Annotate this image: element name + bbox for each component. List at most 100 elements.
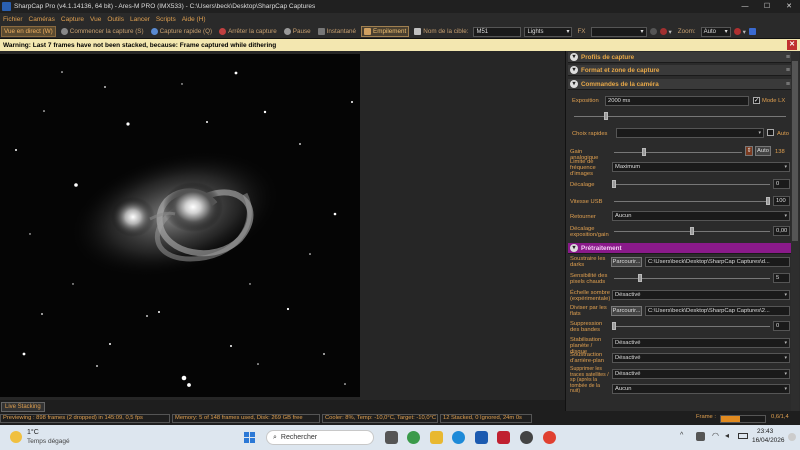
minimize-button[interactable]: — [734, 0, 756, 13]
menu-cameras[interactable]: Caméras [29, 16, 55, 23]
usb-slider-track[interactable] [614, 201, 770, 202]
flip-select[interactable]: Aucun ▾ [612, 211, 790, 221]
offset-input[interactable]: 0 [773, 179, 790, 189]
section-format-area[interactable]: ▾ Format et zone de capture ≡ [568, 65, 793, 76]
panel-scrollbar[interactable] [791, 51, 799, 411]
weather-desc[interactable]: Temps dégagé [27, 438, 70, 445]
section-title: Commandes de la caméra [581, 80, 659, 88]
section-title: Profils de capture [581, 53, 635, 61]
offset-slider-track[interactable] [614, 184, 770, 185]
pause-button[interactable]: Pause [282, 26, 313, 37]
quick-capture-button[interactable]: Capture rapide (Q) [149, 26, 215, 37]
chevron-down-icon[interactable]: ▾ [669, 28, 672, 36]
warning-close-button[interactable]: ✕ [787, 40, 797, 50]
scrollbar-thumb[interactable] [792, 61, 798, 241]
maximize-button[interactable]: ☐ [756, 0, 778, 13]
quick-choice-select[interactable]: ▾ [616, 128, 764, 138]
extra-select[interactable]: Aucun ▾ [612, 384, 790, 394]
dark-browse-button[interactable]: Parcourir... [611, 257, 642, 267]
usb-slider-thumb[interactable] [766, 197, 770, 205]
clock-time[interactable]: 23:43 [757, 428, 773, 435]
histogram-icon[interactable] [733, 28, 741, 35]
clock-date[interactable]: 16/04/2026 [752, 437, 785, 444]
gain-slider-track[interactable] [614, 152, 742, 153]
exposure-slider-thumb[interactable] [604, 112, 608, 120]
app-icon-red[interactable] [497, 431, 510, 444]
notification-icon[interactable] [788, 433, 796, 441]
pin-icon[interactable] [748, 28, 756, 35]
exposure-offset-input[interactable]: 0,00 [773, 226, 790, 236]
snapshot-button[interactable]: Instantané [316, 26, 358, 37]
chevron-down-icon[interactable]: ▾ [743, 28, 746, 36]
chrome-icon[interactable] [543, 431, 556, 444]
exposure-input[interactable]: 2000 ms [605, 96, 749, 106]
flat-file-select[interactable]: C:\Users\beck\Desktop\SharpCap Captures\… [645, 306, 790, 316]
gain-slider-thumb[interactable] [642, 148, 646, 156]
app-icon-green[interactable] [407, 431, 420, 444]
record-icon[interactable] [659, 28, 667, 35]
gain-up-down-button[interactable]: ⇕ [745, 146, 753, 156]
hamburger-icon[interactable]: ≡ [786, 54, 790, 61]
windows-start-icon[interactable] [244, 432, 255, 443]
gain-auto-button[interactable]: Auto [755, 146, 771, 156]
live-stacking-button[interactable]: Live Stacking [1, 402, 45, 412]
menu-launch[interactable]: Lancer [130, 16, 150, 23]
exposure-offset-label: Décalage exposition/gain [570, 226, 609, 238]
sharpcap-task-icon[interactable] [520, 431, 533, 444]
fx-select[interactable]: ▾ [590, 26, 647, 37]
hot-pixel-input[interactable]: 5 [773, 273, 790, 283]
menu-tools[interactable]: Outils [107, 16, 124, 23]
flat-browse-button[interactable]: Parcourir... [611, 306, 642, 316]
dark-scale-select[interactable]: Désactivé ▾ [612, 290, 790, 300]
stack-button[interactable]: Empilement [361, 26, 410, 37]
reticle-icon[interactable] [649, 28, 657, 35]
banding-slider-track[interactable] [614, 326, 770, 327]
weather-sun-icon[interactable] [10, 431, 22, 443]
volume-icon[interactable]: ◂ [725, 431, 729, 440]
menu-file[interactable]: Fichier [3, 16, 23, 23]
task-view-icon[interactable] [385, 431, 398, 444]
hot-pixel-label: Sensibilité des pixels chauds [570, 273, 608, 285]
edge-icon[interactable] [452, 431, 465, 444]
bg-sub-select[interactable]: Désactivé ▾ [612, 353, 790, 363]
captured-image[interactable] [0, 54, 360, 397]
auto-exposure-checkbox[interactable] [767, 129, 774, 136]
chevron-up-icon[interactable]: ^ [680, 432, 683, 439]
usb-value: 100 [776, 198, 786, 204]
stop-capture-button[interactable]: Arrêter la capture [217, 26, 279, 37]
satellite-select[interactable]: Désactivé ▾ [612, 369, 790, 379]
menu-scripts[interactable]: Scripts [156, 16, 176, 23]
menu-view[interactable]: Vue [90, 16, 101, 23]
hot-pixel-slider-thumb[interactable] [638, 274, 642, 282]
warning-text: Warning: Last 7 frames have not been sta… [3, 41, 277, 49]
section-capture-profiles[interactable]: ▾ Profils de capture ≡ [568, 52, 793, 63]
banding-input[interactable]: 0 [773, 321, 790, 331]
hamburger-icon[interactable]: ≡ [786, 67, 790, 74]
wifi-icon[interactable]: ◠ [712, 431, 719, 440]
start-capture-button[interactable]: Commencer la capture (S) [59, 26, 146, 37]
store-icon[interactable] [475, 431, 488, 444]
section-camera-controls[interactable]: ▾ Commandes de la caméra ≡ [568, 79, 793, 90]
dark-file-select[interactable]: C:\Users\beck\Desktop\SharpCap Captures\… [645, 257, 790, 267]
usb-input[interactable]: 100 [773, 196, 790, 206]
exposure-offset-slider-thumb[interactable] [690, 227, 694, 235]
planet-stab-select[interactable]: Désactivé ▾ [612, 338, 790, 348]
banding-slider-thumb[interactable] [612, 322, 616, 330]
file-explorer-icon[interactable] [430, 431, 443, 444]
menu-help[interactable]: Aide (H) [182, 16, 206, 23]
offset-slider-thumb[interactable] [612, 180, 616, 188]
zoom-select[interactable]: Auto ▾ [700, 26, 731, 37]
mode-lx-checkbox[interactable]: ✓ [753, 97, 760, 104]
close-button[interactable]: ✕ [778, 0, 800, 13]
menu-capture[interactable]: Capture [61, 16, 84, 23]
section-preprocessing[interactable]: ▾ Prétraitement [568, 243, 793, 254]
frame-type-select[interactable]: Lights ▾ [524, 26, 573, 37]
battery-icon[interactable] [738, 433, 748, 439]
tray-app-icon[interactable] [696, 432, 705, 441]
hamburger-icon[interactable]: ≡ [786, 81, 790, 88]
target-name-input[interactable]: M51 [473, 26, 522, 37]
live-view-button[interactable]: Vue en direct (W) [1, 26, 56, 37]
weather-temp[interactable]: 1°C [27, 429, 39, 436]
frame-limit-select[interactable]: Maximum ▾ [612, 162, 790, 172]
taskbar-search[interactable]: ⌕ Rechercher [266, 430, 374, 445]
